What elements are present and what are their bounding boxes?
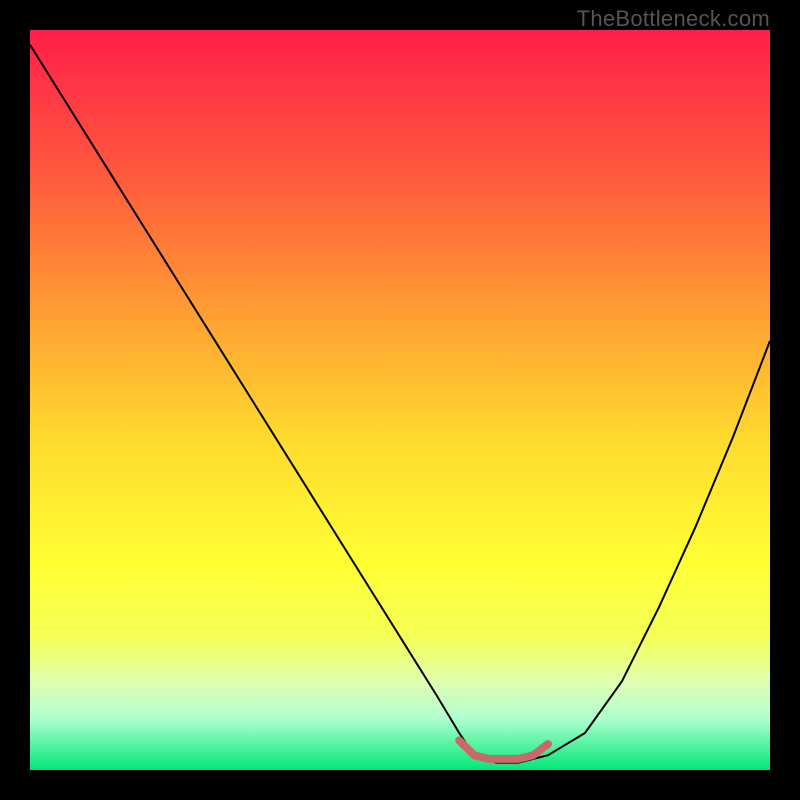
gradient-background [30, 30, 770, 770]
plot-area [30, 30, 770, 770]
watermark-text: TheBottleneck.com [577, 6, 770, 32]
chart-container: TheBottleneck.com [0, 0, 800, 800]
chart-svg [30, 30, 770, 770]
